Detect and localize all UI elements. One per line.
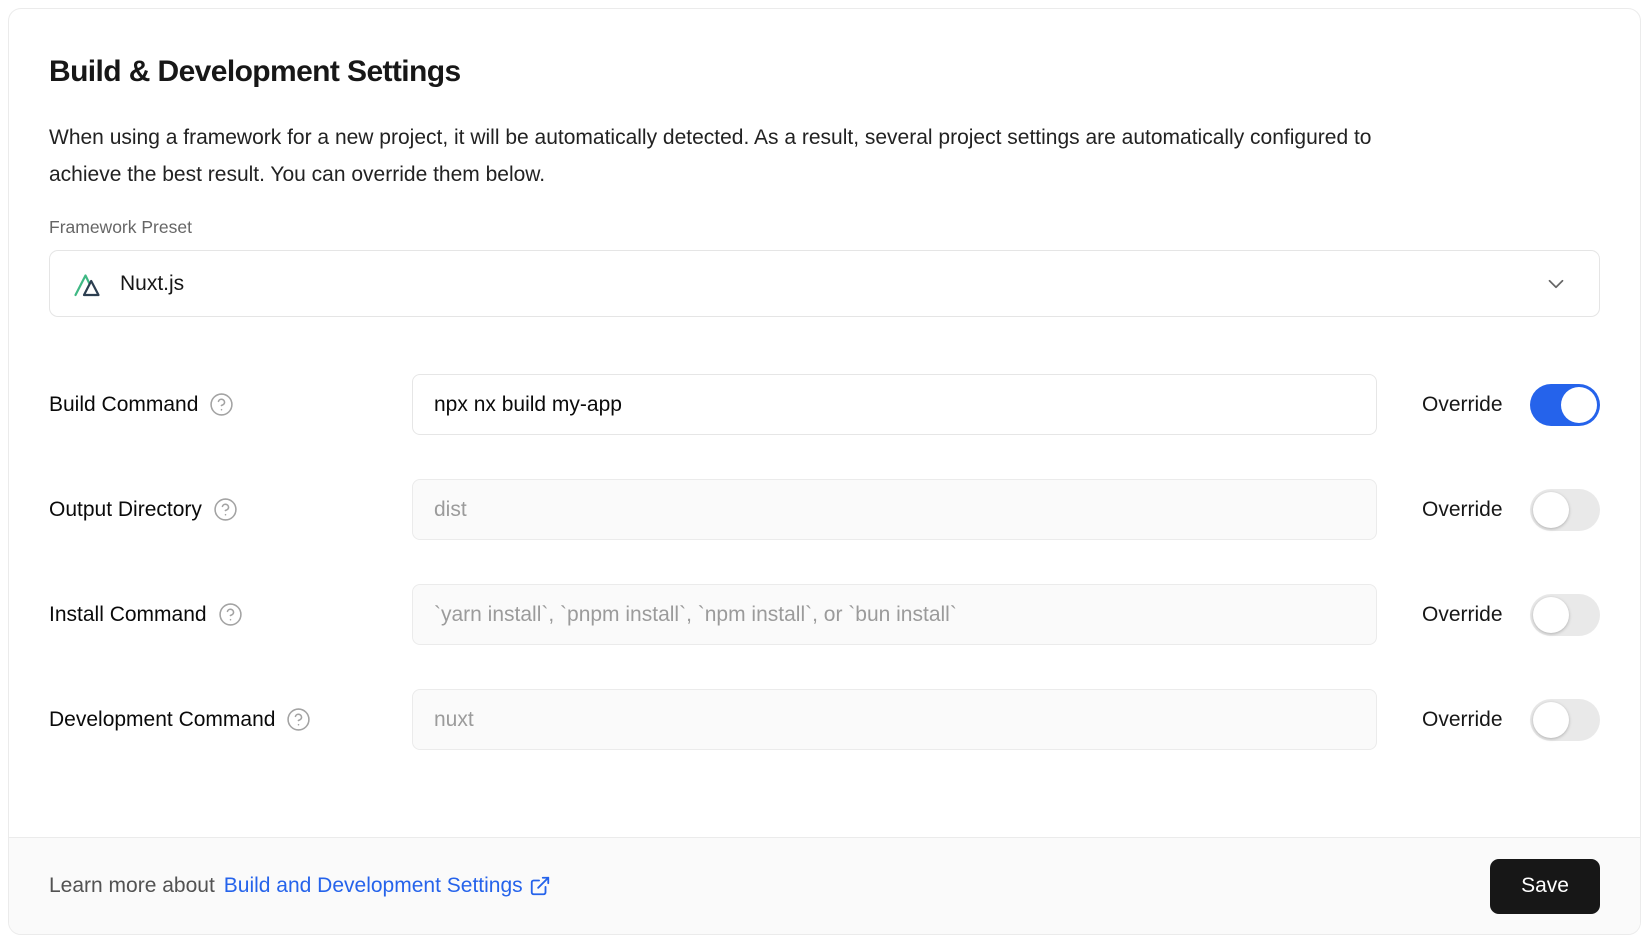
build-command-label: Build Command	[49, 393, 198, 417]
toggle-knob	[1561, 387, 1597, 423]
development-command-label: Development Command	[49, 708, 275, 732]
toggle-knob	[1533, 492, 1569, 528]
development-command-input	[412, 689, 1377, 750]
install-command-input	[412, 584, 1377, 645]
chevron-down-icon	[1543, 271, 1569, 297]
output-directory-input	[412, 479, 1377, 540]
development-command-label-group: Development Command	[49, 707, 412, 732]
help-circle-icon[interactable]	[213, 497, 238, 522]
settings-rows: Build Command Override Output Directory	[49, 374, 1600, 750]
override-label: Override	[1422, 603, 1508, 627]
toggle-knob	[1533, 702, 1569, 738]
build-command-override-toggle[interactable]	[1530, 384, 1600, 426]
external-link-icon	[529, 875, 551, 897]
output-directory-row: Output Directory Override	[49, 479, 1600, 540]
override-label: Override	[1422, 708, 1508, 732]
help-circle-icon[interactable]	[218, 602, 243, 627]
build-command-label-group: Build Command	[49, 392, 412, 417]
build-command-input[interactable]	[412, 374, 1377, 435]
install-command-override-toggle[interactable]	[1530, 594, 1600, 636]
output-directory-label-group: Output Directory	[49, 497, 412, 522]
install-command-label-group: Install Command	[49, 602, 412, 627]
build-dev-settings-link[interactable]: Build and Development Settings	[224, 874, 551, 898]
framework-preset-value: Nuxt.js	[120, 272, 184, 296]
toggle-knob	[1533, 597, 1569, 633]
development-command-override-toggle[interactable]	[1530, 699, 1600, 741]
override-label: Override	[1422, 498, 1508, 522]
output-directory-override-toggle[interactable]	[1530, 489, 1600, 531]
development-command-row: Development Command Override	[49, 689, 1600, 750]
override-label: Override	[1422, 393, 1508, 417]
link-label: Build and Development Settings	[224, 874, 523, 898]
help-circle-icon[interactable]	[209, 392, 234, 417]
nuxt-logo-icon	[74, 269, 106, 298]
save-button[interactable]: Save	[1490, 859, 1600, 914]
page-title: Build & Development Settings	[49, 55, 1600, 89]
install-command-label: Install Command	[49, 603, 207, 627]
output-directory-label: Output Directory	[49, 498, 202, 522]
framework-preset-label: Framework Preset	[49, 217, 1600, 238]
description-text: When using a framework for a new project…	[49, 119, 1449, 193]
framework-preset-select[interactable]: Nuxt.js	[49, 250, 1600, 317]
card-body: Build & Development Settings When using …	[9, 9, 1640, 837]
learn-more-prefix: Learn more about	[49, 874, 215, 898]
build-command-row: Build Command Override	[49, 374, 1600, 435]
install-command-row: Install Command Override	[49, 584, 1600, 645]
learn-more-text: Learn more about Build and Development S…	[49, 874, 551, 898]
help-circle-icon[interactable]	[286, 707, 311, 732]
build-dev-settings-card: Build & Development Settings When using …	[8, 8, 1641, 935]
card-footer: Learn more about Build and Development S…	[9, 837, 1640, 934]
